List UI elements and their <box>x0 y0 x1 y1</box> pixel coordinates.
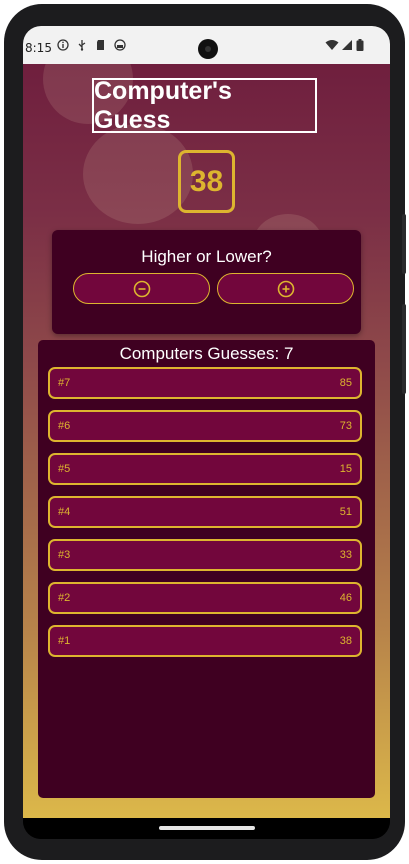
volume-button <box>402 304 406 394</box>
guess-round: #5 <box>58 463 71 475</box>
signal-icon <box>342 40 352 50</box>
android-icon <box>114 39 126 51</box>
guess-round: #1 <box>58 635 71 647</box>
battery-icon <box>356 39 364 51</box>
power-button <box>402 214 406 274</box>
navigation-bar <box>23 818 390 839</box>
guess-value: 33 <box>339 549 352 561</box>
guess-log-title: Computers Guesses: 7 <box>119 344 294 363</box>
screen-title: Computer's Guess <box>92 77 317 134</box>
minus-circle-icon <box>133 280 150 297</box>
guess-log-item: #4 51 <box>48 496 362 528</box>
sd-card-icon <box>97 40 104 50</box>
guess-screen: Computer's Guess 38 Higher or Lower? Com… <box>23 64 390 818</box>
guess-log-item: #6 73 <box>48 410 362 442</box>
guess-log-card: Computers Guesses: 7 #7 85 #6 73 #5 15 #… <box>38 340 375 798</box>
background-decoration <box>83 124 193 224</box>
guess-log-item: #5 15 <box>48 453 362 485</box>
home-gesture-handle[interactable] <box>159 826 255 830</box>
guess-value: 51 <box>339 506 352 518</box>
lower-button[interactable] <box>73 273 210 304</box>
phone-frame: 8:15 Computer's Guess 38 Higher or Lower… <box>4 4 406 860</box>
higher-button[interactable] <box>217 273 354 304</box>
screen: 8:15 Computer's Guess 38 Higher or Lower… <box>23 26 390 839</box>
guess-round: #6 <box>58 420 71 432</box>
plus-circle-icon <box>277 280 294 297</box>
guess-value: 15 <box>339 463 352 475</box>
guess-log-item: #2 46 <box>48 582 362 614</box>
guess-log-item: #7 85 <box>48 367 362 399</box>
higher-lower-card: Higher or Lower? <box>52 230 361 334</box>
guess-round: #7 <box>58 377 71 389</box>
status-bar: 8:15 <box>23 26 390 64</box>
guess-round: #2 <box>58 592 71 604</box>
wifi-icon <box>325 40 339 50</box>
front-camera <box>198 39 218 59</box>
guess-round: #3 <box>58 549 71 561</box>
guess-value: 38 <box>339 635 352 647</box>
guess-value: 85 <box>339 377 352 389</box>
guess-log-item: #3 33 <box>48 539 362 571</box>
guess-round: #4 <box>58 506 71 518</box>
usb-icon <box>78 40 86 51</box>
current-guess: 38 <box>178 150 235 213</box>
status-time: 8:15 <box>25 41 52 55</box>
guess-value: 46 <box>339 592 352 604</box>
guess-value: 73 <box>339 420 352 432</box>
higher-lower-prompt: Higher or Lower? <box>141 247 272 266</box>
guess-log-list[interactable]: #7 85 #6 73 #5 15 #4 51 #3 33 #2 46 #1 3… <box>48 367 362 668</box>
guess-log-item: #1 38 <box>48 625 362 657</box>
info-icon <box>57 39 69 51</box>
